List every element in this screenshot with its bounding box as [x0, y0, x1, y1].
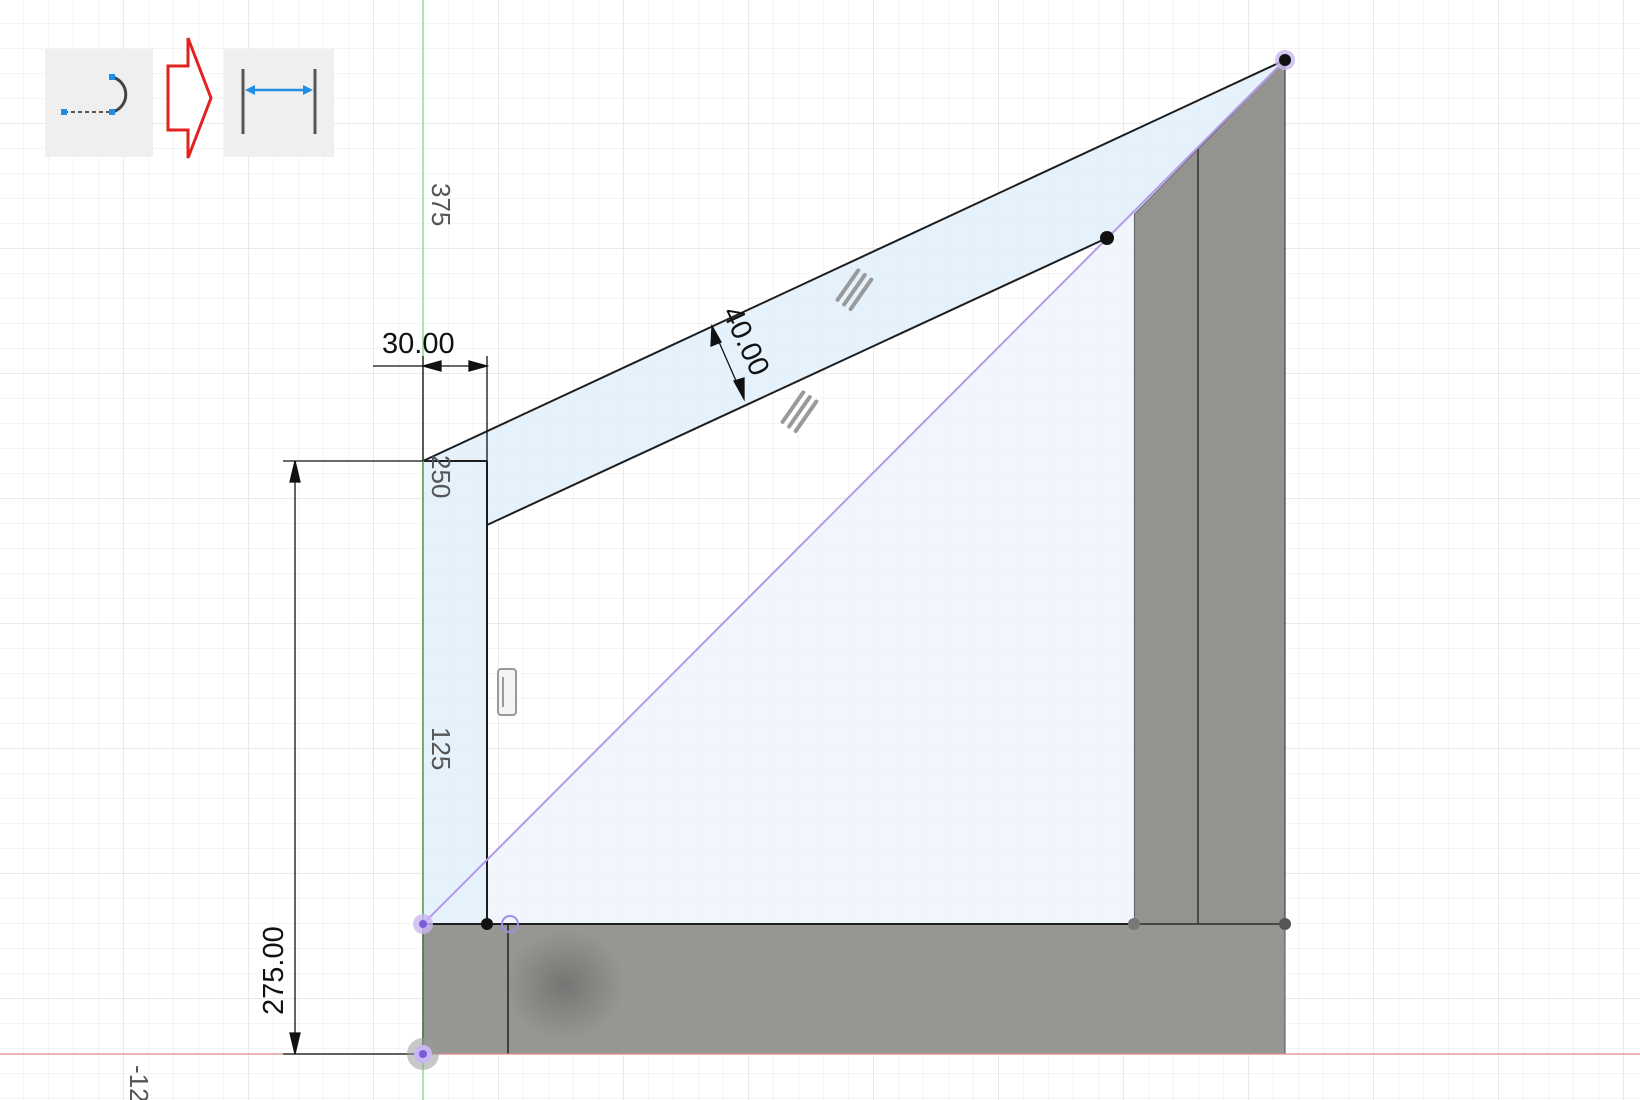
grid-label-250: 250	[426, 455, 456, 498]
base-body-shade	[505, 930, 625, 1040]
dimension-height-value[interactable]: 275.00	[258, 926, 290, 1015]
sketch-canvas[interactable]: 375 250 125 -12 30.00 40.00 275.00	[0, 0, 1640, 1100]
grid-label-375: 375	[426, 183, 456, 226]
source-tool-button[interactable]	[45, 49, 153, 157]
target-tool-button[interactable]	[224, 49, 334, 157]
dimension-width-value[interactable]: 30.00	[382, 328, 455, 360]
vertical-constraint-icon[interactable]	[497, 668, 517, 716]
grid-label-125: 125	[426, 727, 456, 770]
grid-label-neg: -12	[124, 1065, 154, 1100]
